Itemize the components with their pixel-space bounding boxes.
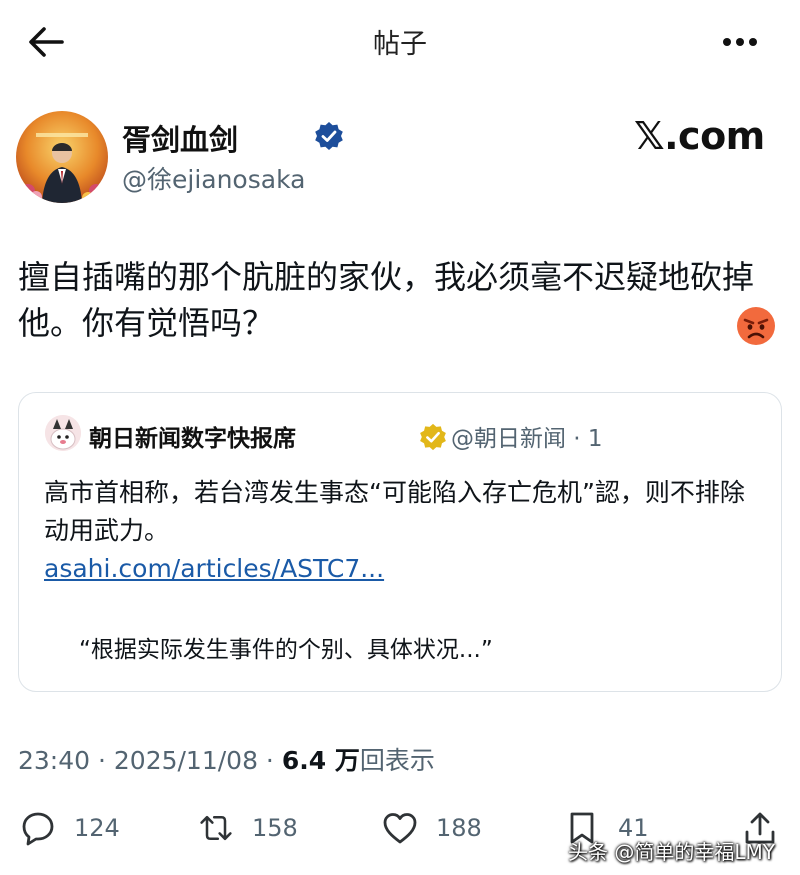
reply-icon	[22, 812, 54, 846]
more-button[interactable]	[718, 24, 762, 60]
retweet-count: 158	[252, 814, 298, 842]
heart-icon	[383, 813, 417, 844]
more-horizontal-icon	[723, 38, 757, 46]
retweet-icon	[200, 815, 232, 841]
view-count: 6.4 万	[281, 746, 360, 775]
view-count-label: 回表示	[359, 746, 435, 775]
quoted-post-text: 高市首相称，若台湾发生事态“可能陷入存亡危机”認，则不排除动用武力。	[44, 478, 745, 545]
post-text: 擅自插嘴的那个肮脏的家伙，我必须毫不迟疑地砍掉他。你有觉悟吗？	[18, 258, 755, 342]
quoted-avatar[interactable]	[45, 415, 81, 451]
author-display-name[interactable]: 胥剑血剑	[122, 117, 238, 159]
retweet-button[interactable]: 158	[198, 808, 298, 848]
brand-logo: 𝕏.com	[634, 114, 765, 158]
post-timestamp: 23:40 · 2025/11/08 ·	[18, 746, 282, 775]
watermark: 头条 @简单的幸福LMY	[568, 840, 775, 864]
verified-gold-badge-icon	[420, 423, 446, 451]
top-bar: 帖子	[0, 0, 800, 86]
verified-badge-icon	[315, 122, 343, 150]
page-title: 帖子	[373, 29, 427, 60]
avatar[interactable]	[16, 111, 108, 203]
like-count: 188	[436, 814, 482, 842]
article-excerpt: “根据实际发生事件的个别、具体状况...”	[79, 637, 493, 663]
reply-button[interactable]: 124	[20, 808, 120, 848]
quoted-post-card[interactable]: 朝日新闻数字快报席 @朝日新闻 · 1 高市首相称，若台湾发生事态“可能陷入存亡…	[18, 392, 782, 692]
angry-face-icon	[737, 307, 775, 345]
quoted-author-name[interactable]: 朝日新闻数字快报席	[89, 419, 296, 453]
like-button[interactable]: 188	[382, 808, 482, 848]
author-handle[interactable]: @徐ejianosaka	[122, 160, 305, 196]
reply-count: 124	[74, 814, 120, 842]
quoted-author-handle: @朝日新闻 · 1	[451, 426, 603, 452]
post-metadata: 23:40 · 2025/11/08 · 6.4 万回表示	[18, 741, 435, 777]
article-link[interactable]: asahi.com/articles/ASTC7...	[44, 554, 384, 583]
